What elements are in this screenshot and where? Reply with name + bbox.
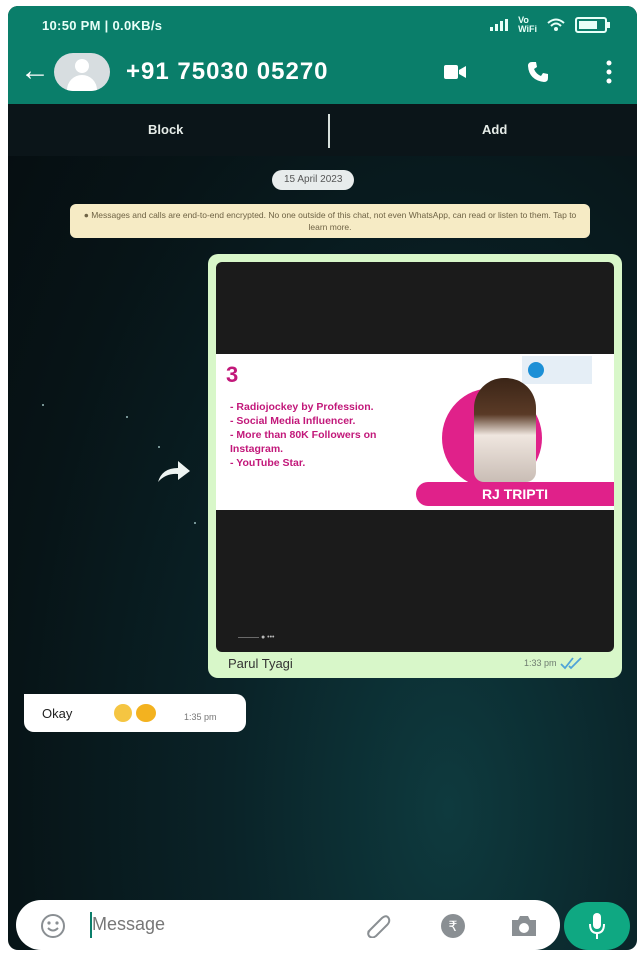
message-composer[interactable]: Message ₹: [16, 900, 560, 950]
wallpaper-dot: [42, 404, 44, 406]
emoji-icon[interactable]: [40, 913, 66, 939]
status-bar: 10:50 PM | 0.0KB/s Vo WiFi: [8, 6, 637, 42]
unknown-contact-actions: Block Add: [8, 104, 637, 156]
voice-record-button[interactable]: [564, 902, 630, 950]
media-meta: ――― ● •••: [238, 634, 275, 641]
poster-line: - Radiojockey by Profession.: [230, 401, 374, 413]
poster-logo: 3: [226, 362, 239, 387]
poster-line: - Social Media Influencer.: [230, 415, 356, 427]
encryption-notice-text: Messages and calls are end-to-end encryp…: [91, 210, 577, 232]
message-input[interactable]: Message: [92, 914, 165, 935]
camera-icon[interactable]: [510, 914, 538, 938]
arrow-left-icon[interactable]: ←: [20, 56, 50, 86]
wallpaper-dot: [126, 416, 128, 418]
caption-sender: Parul Tyagi: [228, 656, 293, 671]
status-icons: Vo WiFi: [490, 16, 610, 34]
poster-image: 3 - Radiojockey by Profession. - Social …: [216, 354, 614, 510]
message-time: 1:33 pm: [524, 658, 557, 668]
poster-name-band: RJ TRIPTI: [416, 482, 614, 506]
action-divider: [328, 114, 330, 148]
contact-name[interactable]: +91 75030 05270: [126, 58, 329, 86]
double-check-icon: [560, 657, 582, 670]
attach-icon[interactable]: [362, 912, 392, 938]
block-button[interactable]: Block: [148, 122, 183, 137]
more-vertical-icon[interactable]: [606, 60, 612, 84]
poster-badge: [522, 356, 592, 384]
rupee-icon[interactable]: ₹: [440, 913, 466, 939]
avatar[interactable]: [54, 53, 110, 91]
voice-call-icon[interactable]: [526, 60, 550, 84]
poster-line: - YouTube Star.: [230, 457, 306, 469]
poster-text: - Radiojockey by Profession. - Social Me…: [230, 400, 450, 470]
signal-icon: [490, 19, 509, 31]
battery-icon: [575, 17, 610, 33]
chat-header: ← +91 75030 05270: [8, 42, 637, 104]
forward-icon[interactable]: [156, 458, 192, 484]
add-contact-button[interactable]: Add: [482, 122, 507, 137]
mic-icon: [589, 913, 605, 939]
thumbs-up-emoji-icon: [114, 704, 132, 722]
smile-emoji-icon: [136, 704, 156, 722]
message-text: Okay: [42, 706, 73, 721]
svg-text:₹: ₹: [449, 919, 458, 935]
poster-line: - More than 80K Followers on: [230, 429, 377, 441]
status-time-speed: 10:50 PM | 0.0KB/s: [42, 18, 163, 33]
phone-screen: 10:50 PM | 0.0KB/s Vo WiFi ← +91 75030 0…: [8, 6, 637, 950]
poster-person: [474, 378, 536, 482]
wallpaper-dot: [158, 446, 160, 448]
network-label: Vo WiFi: [518, 16, 537, 34]
wallpaper-dot: [194, 522, 196, 524]
incoming-message[interactable]: Okay 1:35 pm: [24, 694, 246, 732]
poster-line: Instagram.: [230, 443, 284, 455]
video-call-icon[interactable]: [444, 64, 466, 80]
outgoing-media-message[interactable]: 3 - Radiojockey by Profession. - Social …: [208, 254, 622, 678]
media-image[interactable]: 3 - Radiojockey by Profession. - Social …: [216, 262, 614, 652]
message-time: 1:35 pm: [184, 712, 217, 722]
date-chip: 15 April 2023: [272, 170, 355, 190]
wifi-icon: [547, 18, 565, 31]
encryption-notice[interactable]: ● Messages and calls are end-to-end encr…: [70, 204, 590, 238]
network-label-bottom: WiFi: [518, 24, 537, 34]
